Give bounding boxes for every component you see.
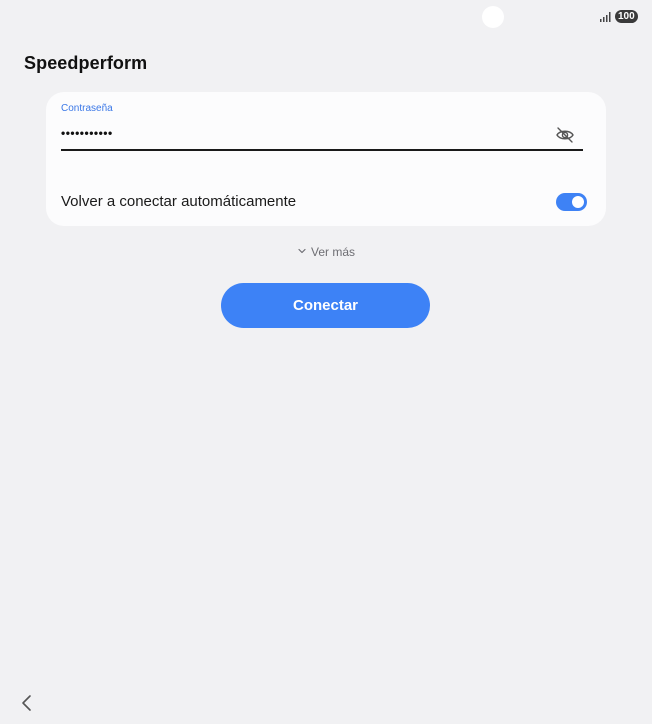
page-title: Speedperform: [24, 53, 148, 73]
password-input[interactable]: •••••••••••: [61, 121, 541, 145]
password-label: Contraseña: [61, 103, 113, 114]
see-more-label: Ver más: [310, 245, 355, 259]
see-more-link[interactable]: Ver más: [0, 245, 652, 259]
toggle-knob: [572, 196, 584, 208]
status-bar: 100: [0, 0, 652, 34]
camera-cutout-icon: [482, 6, 504, 28]
auto-reconnect-toggle[interactable]: [556, 193, 587, 211]
signal-icon: [600, 12, 611, 22]
eye-off-icon[interactable]: [555, 126, 575, 144]
auto-reconnect-label: Volver a conectar automáticamente: [61, 193, 297, 210]
battery-indicator: 100: [615, 10, 638, 23]
password-underline: [61, 149, 583, 151]
chevron-down-icon: [298, 248, 306, 253]
connect-button[interactable]: Conectar: [221, 283, 430, 328]
settings-card: Contraseña ••••••••••• Volver a conectar…: [46, 92, 606, 226]
back-icon[interactable]: [20, 693, 34, 713]
